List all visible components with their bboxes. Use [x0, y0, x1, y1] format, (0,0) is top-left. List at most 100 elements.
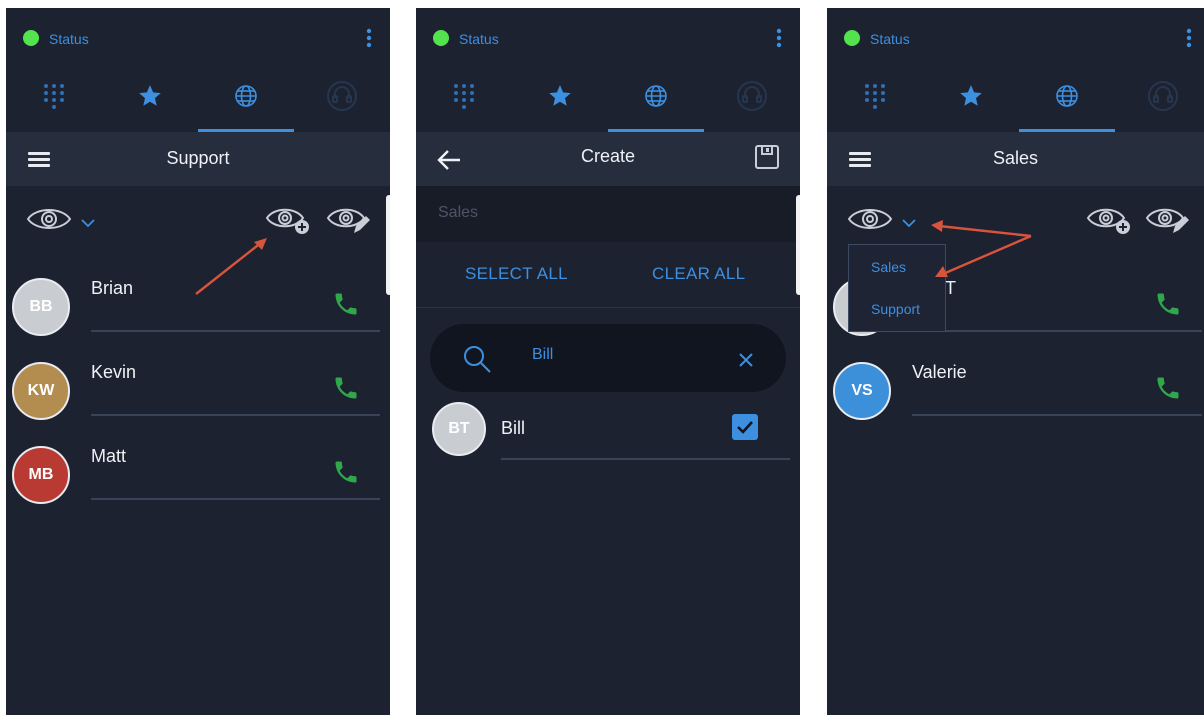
- tab-support[interactable]: [728, 76, 776, 116]
- status-bar: Status: [6, 8, 390, 68]
- more-options-icon[interactable]: [1186, 28, 1192, 48]
- status-label[interactable]: Status: [49, 31, 89, 47]
- status-indicator[interactable]: [23, 30, 39, 46]
- avatar: BB: [12, 278, 70, 336]
- dropdown-option-support[interactable]: Support: [871, 301, 920, 317]
- star-icon: [549, 85, 571, 106]
- status-label[interactable]: Status: [459, 31, 499, 47]
- select-all-button[interactable]: SELECT ALL: [465, 264, 568, 284]
- more-options-icon[interactable]: [366, 28, 372, 48]
- globe-icon: [1056, 85, 1078, 107]
- tab-dialpad[interactable]: [30, 76, 78, 116]
- contact-name: Bill: [501, 418, 526, 438]
- page-title: Sales: [992, 148, 1039, 168]
- contact-row[interactable]: MB Matt: [6, 436, 390, 520]
- contact-row[interactable]: BB Brian: [6, 268, 390, 352]
- headset-icon: [737, 81, 767, 111]
- app-header: Support: [6, 132, 390, 186]
- phone-icon[interactable]: [1154, 290, 1182, 318]
- phone-screen-support: Status Support BB Brian KW Kevin MB Matt: [6, 8, 390, 715]
- search-result-row[interactable]: BT Bill: [416, 400, 800, 484]
- row-divider: [91, 498, 380, 500]
- side-drawer-handle[interactable]: [796, 195, 800, 295]
- contact-name: Kevin: [91, 362, 137, 382]
- search-bar[interactable]: Bill: [430, 324, 786, 392]
- dialpad-icon: [44, 84, 64, 109]
- contact-row[interactable]: KW Kevin: [6, 352, 390, 436]
- tab-favorites[interactable]: [126, 76, 174, 116]
- row-divider: [91, 414, 380, 416]
- dialpad-icon: [865, 84, 885, 109]
- tab-directory[interactable]: [632, 76, 680, 116]
- search-input[interactable]: Bill: [532, 346, 553, 364]
- headset-icon: [1148, 81, 1178, 111]
- main-tabs: [827, 68, 1204, 132]
- star-icon: [960, 85, 982, 106]
- avatar: BT: [432, 402, 486, 456]
- tab-favorites[interactable]: [947, 76, 995, 116]
- row-divider: [912, 414, 1202, 416]
- phone-screen-sales: Status Sales T VS Valerie Sales Support: [827, 8, 1204, 715]
- chevron-down-icon[interactable]: [901, 218, 917, 228]
- view-toolbar: [6, 198, 390, 238]
- page-title: Create: [580, 146, 636, 166]
- dropdown-option-sales[interactable]: Sales: [871, 259, 906, 275]
- add-view-icon[interactable]: [1086, 204, 1132, 236]
- chevron-down-icon[interactable]: [80, 218, 96, 228]
- clear-all-button[interactable]: CLEAR ALL: [652, 264, 745, 284]
- status-indicator[interactable]: [433, 30, 449, 46]
- headset-icon: [327, 81, 357, 111]
- annotation-arrows: [931, 220, 1032, 277]
- page-title: Support: [166, 148, 230, 168]
- row-divider: [912, 330, 1202, 332]
- view-eye-icon[interactable]: [847, 204, 893, 234]
- side-drawer-handle[interactable]: [386, 195, 390, 295]
- tab-directory[interactable]: [1043, 76, 1091, 116]
- check-icon: [737, 421, 753, 434]
- contact-name: Matt: [91, 446, 127, 466]
- bulk-selection-bar: SELECT ALL CLEAR ALL: [416, 242, 800, 308]
- clear-search-icon[interactable]: [738, 352, 754, 368]
- more-options-icon[interactable]: [776, 28, 782, 48]
- tab-support[interactable]: [318, 76, 366, 116]
- tab-support[interactable]: [1139, 76, 1187, 116]
- edit-view-icon[interactable]: [1145, 204, 1191, 236]
- status-bar: Status: [827, 8, 1204, 68]
- phone-icon[interactable]: [1154, 374, 1182, 402]
- star-icon: [139, 85, 161, 106]
- edit-view-icon[interactable]: [326, 204, 372, 236]
- avatar: MB: [12, 446, 70, 504]
- globe-icon: [645, 85, 667, 107]
- app-header: Sales: [827, 132, 1204, 186]
- view-name-input[interactable]: Sales: [438, 204, 478, 222]
- view-eye-icon[interactable]: [26, 204, 72, 234]
- contact-name-partial: T: [945, 278, 956, 298]
- view-name-field-container: Sales: [416, 186, 800, 242]
- contact-name: Brian: [91, 278, 134, 298]
- status-label[interactable]: Status: [870, 31, 910, 47]
- tab-dialpad[interactable]: [440, 76, 488, 116]
- status-bar: Status: [416, 8, 800, 68]
- main-tabs: [416, 68, 800, 132]
- tab-directory[interactable]: [222, 76, 270, 116]
- avatar: VS: [833, 362, 891, 420]
- contact-name: Valerie: [912, 362, 967, 382]
- main-tabs: [6, 68, 390, 132]
- phone-icon[interactable]: [332, 374, 360, 402]
- save-icon[interactable]: [754, 144, 780, 170]
- phone-icon[interactable]: [332, 290, 360, 318]
- avatar: KW: [12, 362, 70, 420]
- contact-row[interactable]: VS Valerie: [827, 352, 1204, 436]
- phone-screen-create: Status Create Sales SELECT ALL CLEAR ALL…: [416, 8, 800, 715]
- add-view-icon[interactable]: [265, 204, 311, 236]
- tab-favorites[interactable]: [536, 76, 584, 116]
- select-checkbox[interactable]: [732, 414, 758, 440]
- status-indicator[interactable]: [844, 30, 860, 46]
- row-divider: [91, 330, 380, 332]
- app-header: Create: [416, 132, 800, 186]
- globe-icon: [235, 85, 257, 107]
- row-divider: [501, 458, 790, 460]
- dialpad-icon: [454, 84, 474, 109]
- phone-icon[interactable]: [332, 458, 360, 486]
- tab-dialpad[interactable]: [851, 76, 899, 116]
